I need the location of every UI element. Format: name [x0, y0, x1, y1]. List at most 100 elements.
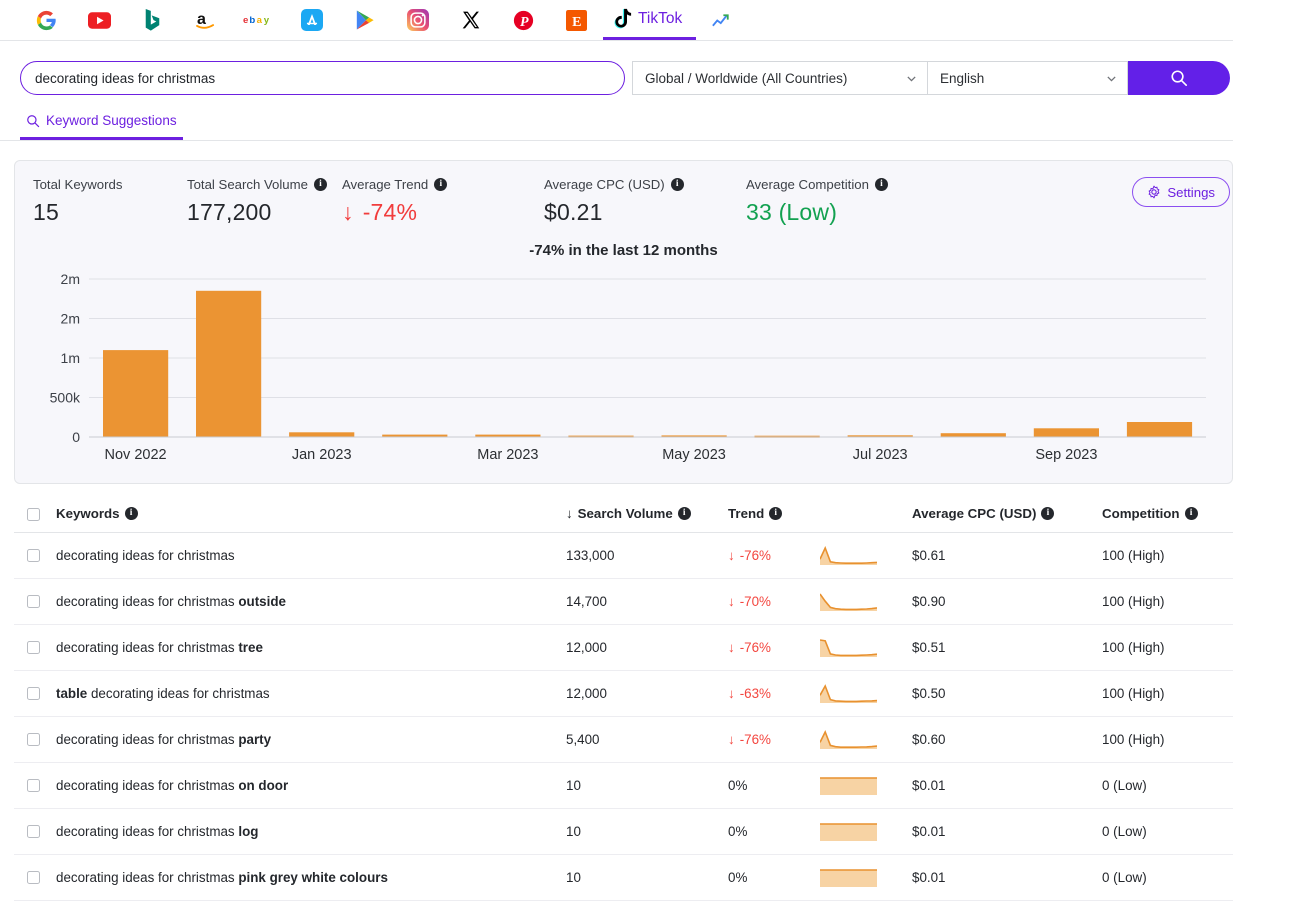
- tab-keyword-suggestions[interactable]: Keyword Suggestions: [20, 113, 183, 140]
- cpc-cell: $0.60: [912, 717, 1102, 763]
- platform-tab-google[interactable]: [20, 0, 73, 40]
- row-select-cell: [14, 533, 56, 579]
- info-icon[interactable]: i: [875, 178, 888, 191]
- pinterest-icon: P: [513, 10, 534, 31]
- platform-tab-x[interactable]: [444, 0, 497, 40]
- stat-average-cpc: Average CPC (USD) i $0.21: [544, 175, 746, 226]
- play-store-icon: [355, 9, 375, 31]
- platform-tab-ebay[interactable]: e b a y: [232, 0, 285, 40]
- chart-bar: [1034, 428, 1099, 437]
- column-search-volume-label: Search Volume: [578, 506, 673, 521]
- tiktok-icon: [613, 8, 633, 30]
- sparkline-cell: [820, 763, 912, 809]
- trend-cell: 0%: [728, 855, 820, 901]
- column-search-volume[interactable]: ↓ Search Volume i: [566, 506, 728, 533]
- search-volume-cell: 133,000: [566, 533, 728, 579]
- row-checkbox[interactable]: [27, 733, 40, 746]
- language-select[interactable]: English: [928, 61, 1128, 95]
- row-checkbox[interactable]: [27, 687, 40, 700]
- platform-tab-amazon[interactable]: a: [179, 0, 232, 40]
- competition-cell: 0 (Low): [1102, 763, 1233, 809]
- sparkline-chart: [820, 868, 877, 887]
- table-row[interactable]: decorating ideas for christmas party5,40…: [14, 717, 1233, 763]
- info-icon[interactable]: i: [769, 507, 782, 520]
- platform-tab-bing[interactable]: [126, 0, 179, 40]
- table-row[interactable]: table decorating ideas for christmas12,0…: [14, 671, 1233, 717]
- column-competition[interactable]: Competition i: [1102, 506, 1233, 533]
- svg-text:2m: 2m: [61, 271, 80, 287]
- stat-total-search-volume: Total Search Volume i 177,200: [187, 175, 342, 226]
- info-icon[interactable]: i: [125, 507, 138, 520]
- platform-tab-app-store[interactable]: [285, 0, 338, 40]
- settings-button[interactable]: Settings: [1132, 177, 1230, 207]
- info-icon[interactable]: i: [434, 178, 447, 191]
- trend-cell: ↓-76%: [728, 625, 820, 671]
- stat-total-keywords: Total Keywords 15: [33, 175, 187, 226]
- summary-card: Total Keywords 15 Total Search Volume i …: [14, 160, 1233, 484]
- trend-cell: ↓-63%: [728, 671, 820, 717]
- ebay-icon: e b a y: [243, 13, 275, 27]
- cpc-cell: $0.01: [912, 763, 1102, 809]
- stat-average-trend-value: ↓ -74%: [342, 199, 544, 226]
- row-checkbox[interactable]: [27, 825, 40, 838]
- platform-tab-instagram[interactable]: [391, 0, 444, 40]
- table-row[interactable]: decorating ideas for christmas tree12,00…: [14, 625, 1233, 671]
- row-checkbox[interactable]: [27, 595, 40, 608]
- info-icon[interactable]: i: [678, 507, 691, 520]
- info-icon[interactable]: i: [1041, 507, 1054, 520]
- trend-cell: ↓-76%: [728, 533, 820, 579]
- trend-percent: -76%: [740, 732, 771, 747]
- country-select[interactable]: Global / Worldwide (All Countries): [632, 61, 928, 95]
- svg-text:a: a: [197, 10, 207, 28]
- column-keywords-label: Keywords: [56, 506, 120, 521]
- table-row[interactable]: decorating ideas for christmas pink grey…: [14, 855, 1233, 901]
- summary-stats: Total Keywords 15 Total Search Volume i …: [15, 175, 1232, 226]
- svg-text:Sep 2023: Sep 2023: [1035, 447, 1097, 463]
- language-select-value: English: [940, 71, 1106, 86]
- search-button[interactable]: [1128, 61, 1230, 95]
- trend-down-arrow-icon: ↓: [728, 548, 735, 563]
- amazon-icon: a: [194, 9, 217, 31]
- search-bar: Global / Worldwide (All Countries) Engli…: [0, 41, 1303, 99]
- platform-tab-trends[interactable]: [696, 0, 749, 40]
- column-keywords[interactable]: Keywords i: [56, 506, 566, 533]
- table-row[interactable]: decorating ideas for christmas133,000↓-7…: [14, 533, 1233, 579]
- table-row[interactable]: decorating ideas for christmas on door10…: [14, 763, 1233, 809]
- column-trend[interactable]: Trend i: [728, 506, 820, 533]
- svg-text:P: P: [520, 14, 529, 29]
- competition-cell: 100 (High): [1102, 671, 1233, 717]
- chart-bar: [289, 432, 354, 437]
- column-trend-label: Trend: [728, 506, 764, 521]
- youtube-icon: [88, 12, 111, 29]
- column-sparkline: [820, 506, 912, 533]
- search-volume-cell: 12,000: [566, 625, 728, 671]
- trend-cell: 0%: [728, 809, 820, 855]
- trend-value: ↓-63%: [728, 686, 820, 701]
- cpc-cell: $0.51: [912, 625, 1102, 671]
- x-icon: [461, 10, 481, 30]
- select-all-checkbox[interactable]: [27, 508, 40, 521]
- platform-tab-youtube[interactable]: [73, 0, 126, 40]
- stat-average-cpc-label: Average CPC (USD): [544, 177, 665, 192]
- table-row[interactable]: decorating ideas for christmas log100%$0…: [14, 809, 1233, 855]
- row-checkbox[interactable]: [27, 549, 40, 562]
- search-input[interactable]: [20, 61, 625, 95]
- trend-percent: -70%: [740, 594, 771, 609]
- row-checkbox[interactable]: [27, 641, 40, 654]
- info-icon[interactable]: i: [671, 178, 684, 191]
- platform-tabs[interactable]: a e b a y: [0, 0, 1233, 41]
- info-icon[interactable]: i: [314, 178, 327, 191]
- chart-title: -74% in the last 12 months: [15, 242, 1232, 259]
- row-checkbox[interactable]: [27, 779, 40, 792]
- trend-value: 0%: [728, 870, 747, 885]
- sparkline-cell: [820, 717, 912, 763]
- platform-tab-pinterest[interactable]: P: [497, 0, 550, 40]
- row-checkbox[interactable]: [27, 871, 40, 884]
- platform-tab-etsy[interactable]: E: [550, 0, 603, 40]
- info-icon[interactable]: i: [1185, 507, 1198, 520]
- column-average-cpc[interactable]: Average CPC (USD) i: [912, 506, 1102, 533]
- sparkline-chart: [820, 546, 877, 565]
- platform-tab-play-store[interactable]: [338, 0, 391, 40]
- platform-tab-tiktok[interactable]: TikTok: [603, 0, 696, 40]
- table-row[interactable]: decorating ideas for christmas outside14…: [14, 579, 1233, 625]
